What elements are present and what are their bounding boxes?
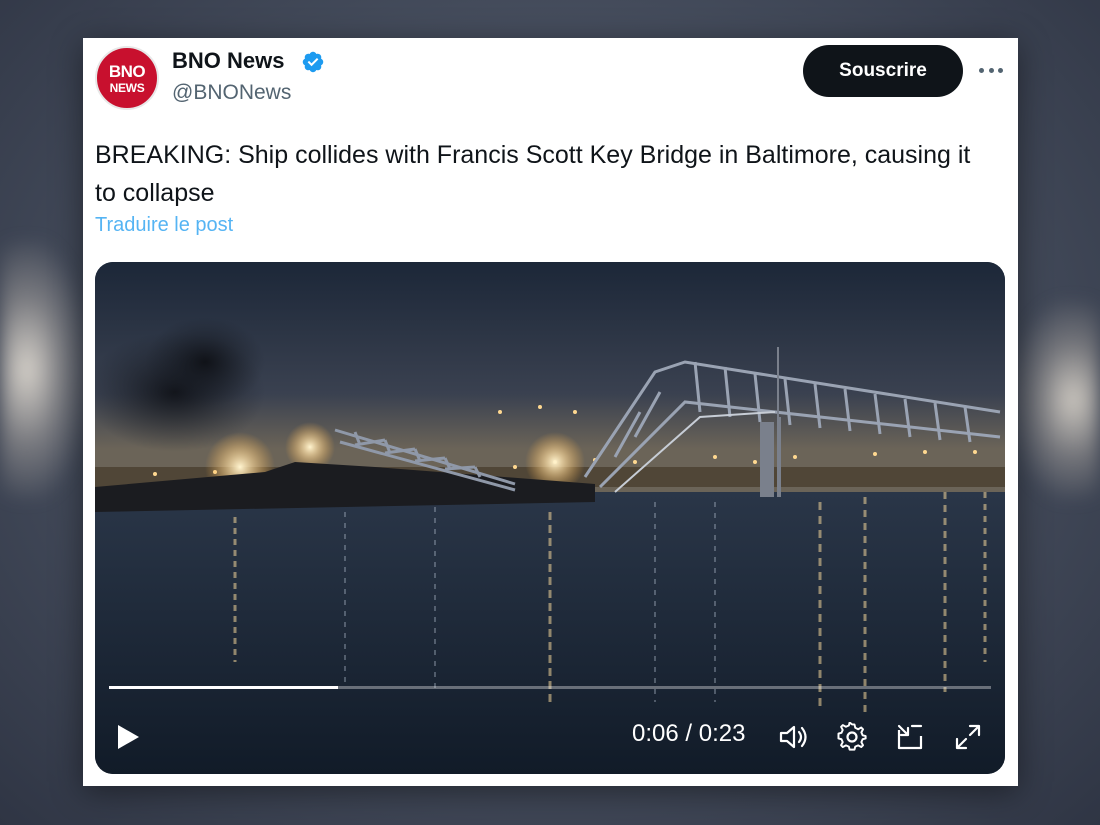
translate-link[interactable]: Traduire le post <box>95 214 233 237</box>
more-icon[interactable] <box>976 58 1006 82</box>
tweet-card: BNO NEWS BNO News @BNONews Souscrire BRE… <box>83 38 1018 786</box>
more-dot <box>988 67 994 73</box>
avatar-line2: NEWS <box>109 80 145 95</box>
settings-icon[interactable] <box>837 722 867 752</box>
background-blur-right <box>1010 300 1100 500</box>
play-icon[interactable] <box>115 723 141 751</box>
avatar-line1: BNO <box>108 61 146 81</box>
video-progress-bar[interactable] <box>109 686 991 689</box>
video-time: 0:06 / 0:23 <box>632 720 746 747</box>
background-blur-left <box>0 240 90 500</box>
follow-button[interactable]: Souscrire <box>803 45 963 97</box>
video-frame <box>95 262 1005 774</box>
tweet-text: BREAKING: Ship collides with Francis Sco… <box>95 141 971 207</box>
video-progress-fill <box>109 686 339 689</box>
volume-icon[interactable] <box>778 722 810 752</box>
more-dot <box>998 67 1003 73</box>
fullscreen-icon[interactable] <box>953 722 983 752</box>
video-player[interactable]: 0:06 / 0:23 <box>95 262 1005 774</box>
verified-badge-icon <box>302 51 324 73</box>
author-name[interactable]: BNO News <box>172 48 284 74</box>
avatar[interactable]: BNO NEWS <box>95 46 159 110</box>
more-dot <box>979 67 984 73</box>
pip-icon[interactable] <box>895 722 925 752</box>
author-handle[interactable]: @BNONews <box>172 81 291 105</box>
